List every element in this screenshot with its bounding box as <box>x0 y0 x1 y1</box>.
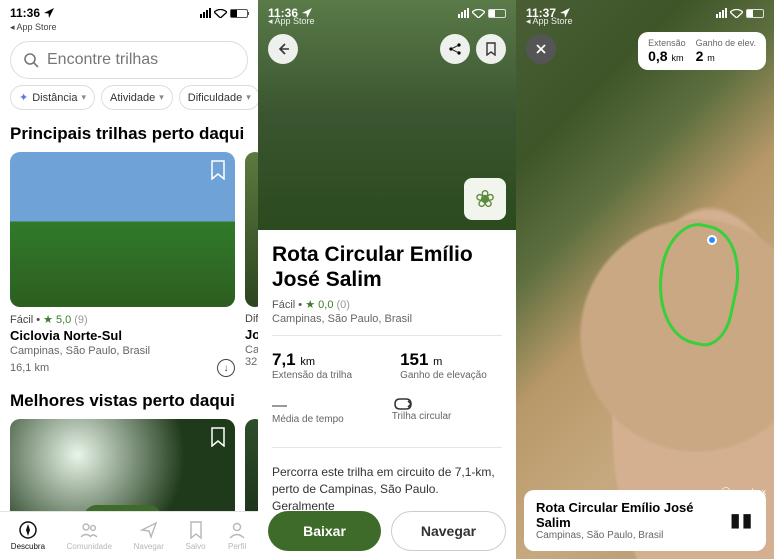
bookmark-icon[interactable] <box>209 427 227 447</box>
tab-community[interactable]: Comunidade <box>67 520 112 551</box>
signal-icon <box>458 8 469 18</box>
navigate-button[interactable]: Navegar <box>391 511 506 551</box>
share-icon <box>448 42 462 56</box>
chip-activity[interactable]: Atividade▾ <box>101 85 173 110</box>
section-views-title: Melhores vistas perto daqui <box>0 377 258 419</box>
hero-image: 11:36 ◂ App Store ❀ <box>258 0 516 230</box>
battery-icon <box>230 9 248 18</box>
bookmark-button[interactable] <box>476 34 506 64</box>
wifi-icon <box>730 9 743 18</box>
download-icon[interactable]: ↓ <box>217 359 235 377</box>
trail-image <box>10 152 235 307</box>
battery-icon <box>746 9 764 18</box>
trail-meta: Fácil • ★ 0,0 (0) <box>272 292 502 313</box>
status-bar: 11:36 <box>0 0 258 22</box>
trail-location: Campinas, São Paulo, Brasil <box>10 345 235 357</box>
stat-elevation: 151 mGanho de elevação <box>400 350 487 381</box>
nav-arrow-icon <box>139 520 159 540</box>
park-logo: ❀ <box>464 178 506 220</box>
stat-distance: Extensão0,8 km <box>648 38 686 64</box>
section-trails-title: Principais trilhas perto daqui <box>0 120 258 152</box>
stat-route-type: Trilha circular <box>392 397 452 425</box>
chip-distance[interactable]: ✦Distância▾ <box>10 85 95 110</box>
trail-image <box>245 152 258 307</box>
stat-elev-gain: Ganho de elev.2 m <box>696 38 756 64</box>
chevron-down-icon: ▾ <box>81 92 86 103</box>
breadcrumb[interactable]: ◂ App Store <box>258 16 325 29</box>
stats-card: Extensão0,8 km Ganho de elev.2 m <box>638 32 766 70</box>
trail-distance: 16,1 km <box>10 362 49 374</box>
trail-card[interactable]: Fácil • ★5,0(9) Ciclovia Norte-Sul Campi… <box>10 152 235 377</box>
trail-meta: Fácil • ★5,0(9) <box>10 307 235 326</box>
compass-icon <box>18 520 38 540</box>
trail-location: Campinas, São Paulo, Brasil <box>272 313 502 325</box>
wifi-icon <box>472 9 485 18</box>
stat-length: 7,1 kmExtensão da trilha <box>272 350 352 381</box>
search-icon <box>23 52 39 68</box>
loop-icon <box>392 397 414 411</box>
trail-description: Percorra este trilha em circuito de 7,1-… <box>272 458 502 514</box>
star-icon: ★ <box>305 299 315 311</box>
tab-discover[interactable]: Descubra <box>11 520 45 551</box>
trail-name: Ciclovia Norte-Sul <box>10 326 235 345</box>
arrow-left-icon <box>276 42 290 56</box>
divider <box>272 335 502 336</box>
breadcrumb[interactable]: ◂ App Store <box>516 16 583 29</box>
search-placeholder: Encontre trilhas <box>47 51 158 69</box>
stat-avg-time: —Média de tempo <box>272 397 344 425</box>
profile-icon <box>227 520 247 540</box>
location-marker <box>707 235 717 245</box>
tab-bar: Descubra Comunidade Navegar Salvo Perfil <box>0 511 258 559</box>
bookmark-tab-icon <box>186 520 206 540</box>
signal-icon <box>716 8 727 18</box>
divider <box>272 447 502 448</box>
download-button[interactable]: Baixar <box>268 511 381 551</box>
sparkle-icon: ✦ <box>19 91 28 104</box>
wifi-icon <box>214 9 227 18</box>
tab-saved[interactable]: Salvo <box>186 520 206 551</box>
star-icon: ★ <box>43 313 53 326</box>
bookmark-icon <box>485 42 497 56</box>
close-button[interactable] <box>526 34 556 64</box>
people-icon <box>79 520 99 540</box>
bookmark-icon[interactable] <box>209 160 227 180</box>
trail-title: Rota Circular Emílio José Salim <box>272 242 502 292</box>
filter-chips: ✦Distância▾ Atividade▾ Dificuldade▾ Ext <box>0 85 258 120</box>
now-navigating-card[interactable]: Rota Circular Emílio José Salim Campinas… <box>524 490 766 551</box>
chevron-down-icon: ▾ <box>159 92 164 103</box>
trail-card[interactable]: Dif Jo Ca 32 <box>245 152 258 377</box>
battery-icon <box>488 9 506 18</box>
chip-difficulty[interactable]: Dificuldade▾ <box>179 85 258 110</box>
back-button[interactable] <box>268 34 298 64</box>
status-time: 11:36 <box>10 6 40 20</box>
signal-icon <box>200 8 211 18</box>
tab-profile[interactable]: Perfil <box>227 520 247 551</box>
share-button[interactable] <box>440 34 470 64</box>
close-icon <box>535 43 547 55</box>
tab-navigate[interactable]: Navegar <box>134 520 164 551</box>
breadcrumb[interactable]: ◂ App Store <box>0 22 258 35</box>
search-input[interactable]: Encontre trilhas <box>10 41 248 79</box>
pause-button[interactable]: ▮▮ <box>730 510 754 531</box>
nav-title: Rota Circular Emílio José Salim <box>536 500 730 530</box>
location-arrow-icon <box>44 8 54 18</box>
nav-sub: Campinas, São Paulo, Brasil <box>536 530 730 541</box>
chevron-down-icon: ▾ <box>246 92 251 103</box>
